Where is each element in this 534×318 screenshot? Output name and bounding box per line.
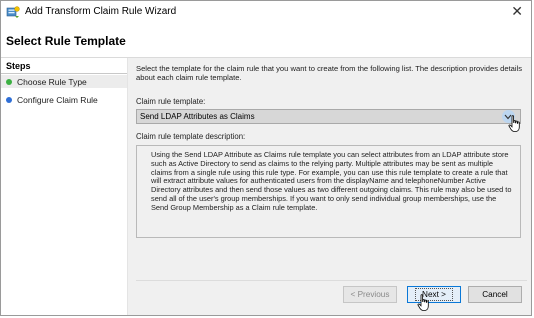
- step-label: Choose Rule Type: [17, 76, 87, 87]
- step-status-icon: [6, 78, 12, 85]
- dropdown-button[interactable]: [500, 109, 520, 132]
- step-label: Configure Claim Rule: [17, 94, 98, 105]
- rule-template-value: Send LDAP Attributes as Claims: [140, 112, 255, 121]
- page-title: Select Rule Template: [6, 34, 126, 48]
- page-header: Select Rule Template: [1, 23, 531, 57]
- template-description: Using the Send LDAP Attribute as Claims …: [136, 145, 521, 238]
- footer-divider: [136, 280, 527, 281]
- next-button[interactable]: Next >: [407, 286, 461, 303]
- close-button[interactable]: ✕: [511, 3, 523, 19]
- rule-template-select[interactable]: Send LDAP Attributes as Claims: [136, 109, 521, 132]
- hand-pointer-icon: [508, 115, 520, 132]
- hand-pointer-icon: [417, 294, 429, 311]
- title-bar: Add Transform Claim Rule Wizard ✕: [1, 1, 531, 23]
- intro-text: Select the template for the claim rule t…: [136, 64, 523, 82]
- previous-button[interactable]: < Previous: [343, 286, 397, 303]
- description-label: Claim rule template description:: [136, 132, 246, 141]
- wizard-icon: [6, 6, 20, 18]
- step-choose-rule-type[interactable]: Choose Rule Type: [1, 75, 127, 88]
- step-status-icon: [6, 96, 12, 103]
- step-configure-claim-rule[interactable]: Configure Claim Rule: [1, 93, 127, 106]
- steps-heading: Steps: [6, 61, 31, 71]
- steps-pane: Steps Choose Rule Type Configure Claim R…: [1, 58, 127, 315]
- wizard-window: Add Transform Claim Rule Wizard ✕ Select…: [0, 0, 532, 316]
- window-title: Add Transform Claim Rule Wizard: [25, 6, 177, 17]
- steps-divider: [1, 73, 127, 74]
- template-label: Claim rule template:: [136, 97, 206, 106]
- cancel-button[interactable]: Cancel: [468, 286, 522, 303]
- main-content: Select the template for the claim rule t…: [128, 58, 531, 315]
